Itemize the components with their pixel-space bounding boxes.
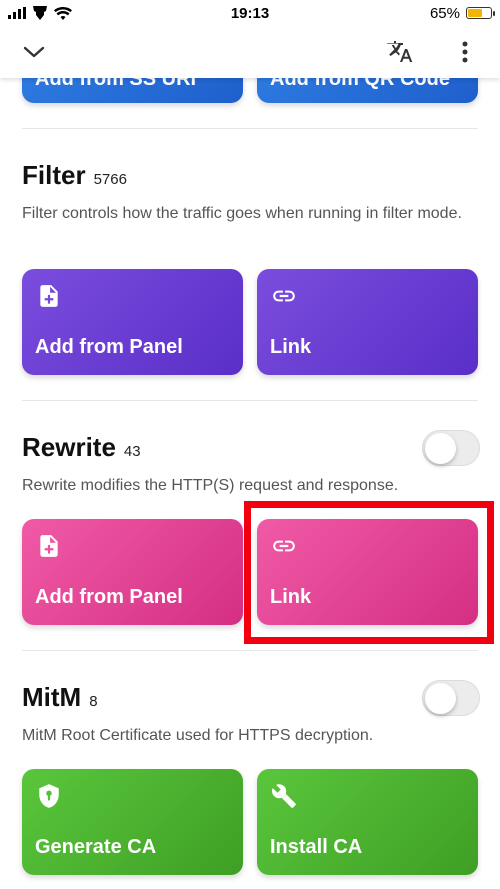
more-options-button[interactable] bbox=[447, 34, 483, 70]
rewrite-description: Rewrite modifies the HTTP(S) request and… bbox=[22, 477, 399, 494]
rewrite-add-from-panel-label: Add from Panel bbox=[35, 586, 183, 608]
mitm-description: MitM Root Certificate used for HTTPS dec… bbox=[22, 727, 374, 744]
toolbar bbox=[0, 26, 500, 78]
file-add-icon bbox=[40, 535, 58, 557]
carrier-logo-icon bbox=[33, 6, 47, 20]
divider bbox=[22, 128, 478, 129]
filter-title: Filter bbox=[22, 160, 86, 190]
toggle-knob bbox=[425, 433, 456, 464]
translate-icon bbox=[387, 41, 413, 62]
rewrite-title: Rewrite bbox=[22, 432, 116, 462]
divider bbox=[22, 400, 478, 401]
divider bbox=[22, 650, 478, 651]
status-time: 19:13 bbox=[230, 4, 270, 22]
status-bar: 19:13 65% bbox=[0, 0, 500, 26]
mitm-heading: MitM 8 bbox=[22, 682, 98, 713]
translate-button[interactable] bbox=[382, 34, 418, 70]
filter-link-label: Link bbox=[270, 336, 312, 358]
main-content: Add from SS URI Add from QR Code Filter … bbox=[0, 0, 500, 889]
filter-link-button[interactable]: Link bbox=[257, 269, 478, 375]
signal-icon bbox=[8, 7, 26, 19]
battery-percent: 65% bbox=[429, 4, 460, 22]
file-add-icon bbox=[40, 285, 58, 307]
link-icon bbox=[273, 290, 295, 302]
install-ca-button[interactable]: Install CA bbox=[257, 769, 478, 875]
filter-description: Filter controls how the traffic goes whe… bbox=[22, 205, 462, 222]
filter-heading: Filter 5766 bbox=[22, 160, 127, 191]
rewrite-heading: Rewrite 43 bbox=[22, 432, 141, 463]
shield-key-icon bbox=[39, 784, 59, 808]
mitm-toggle[interactable] bbox=[422, 680, 480, 716]
more-vert-icon bbox=[462, 41, 468, 63]
highlight-box bbox=[244, 501, 494, 644]
generate-ca-label: Generate CA bbox=[35, 836, 157, 858]
filter-add-from-panel-button[interactable]: Add from Panel bbox=[22, 269, 243, 375]
battery-fill bbox=[468, 9, 483, 17]
wifi-icon bbox=[54, 6, 72, 20]
filter-count: 5766 bbox=[93, 171, 127, 188]
generate-ca-button[interactable]: Generate CA bbox=[22, 769, 243, 875]
toggle-knob bbox=[425, 683, 456, 714]
status-left bbox=[8, 6, 72, 20]
rewrite-add-from-panel-button[interactable]: Add from Panel bbox=[22, 519, 243, 625]
chevron-down-icon bbox=[23, 46, 45, 58]
install-ca-label: Install CA bbox=[270, 836, 363, 858]
status-right: 65% bbox=[429, 4, 495, 22]
wrench-icon bbox=[272, 784, 296, 808]
collapse-button[interactable] bbox=[16, 34, 52, 70]
mitm-count: 8 bbox=[89, 693, 98, 710]
filter-add-from-panel-label: Add from Panel bbox=[35, 336, 183, 358]
rewrite-count: 43 bbox=[123, 443, 141, 460]
battery-icon bbox=[466, 7, 495, 19]
rewrite-toggle[interactable] bbox=[422, 430, 480, 466]
mitm-title: MitM bbox=[22, 682, 82, 712]
